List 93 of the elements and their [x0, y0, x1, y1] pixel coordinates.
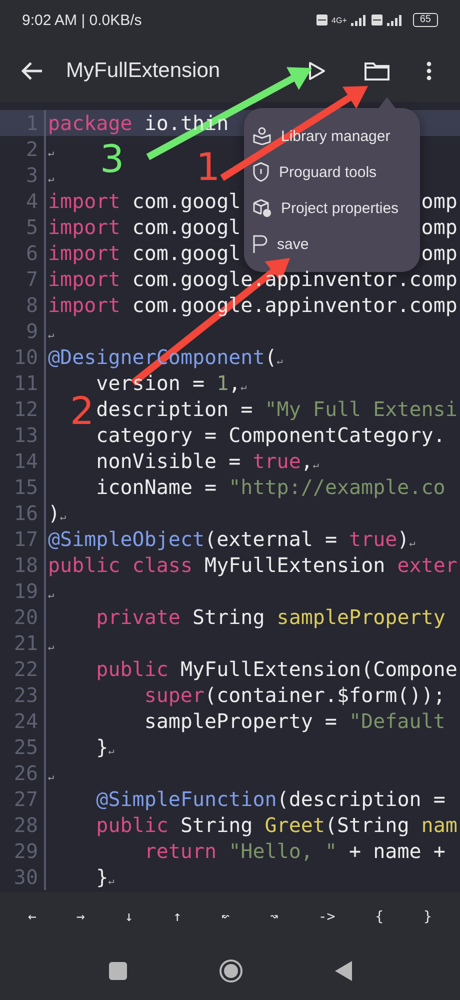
code-line: import com.googl [48, 240, 241, 266]
more-options-icon[interactable] [426, 61, 432, 81]
line-number: 28 [0, 812, 46, 838]
signal-icon [350, 14, 367, 26]
code-line: @SimpleFunction(description = [96, 786, 446, 812]
symbol-key[interactable]: → [70, 905, 91, 929]
code-line: }↵ [96, 734, 114, 760]
annotation-number: 2 [70, 392, 94, 430]
menu-item[interactable]: save [244, 226, 420, 262]
symbol-key[interactable]: -> [312, 905, 342, 929]
symbol-key[interactable]: ↓ [118, 905, 140, 929]
play-icon[interactable] [308, 61, 326, 81]
p-flag-icon [252, 234, 268, 254]
code-line: public String Greet(String nam [96, 812, 458, 838]
code-line: omp [421, 240, 458, 266]
line-number: 2 [0, 136, 46, 162]
symbol-key[interactable]: ↑ [167, 905, 188, 929]
line-number: 23 [0, 682, 46, 708]
code-line: }↵ [96, 864, 114, 890]
code-line: ↵ [48, 173, 54, 187]
code-line: ↵ [48, 329, 54, 343]
symbol-key[interactable]: { [369, 905, 390, 929]
line-number: 18 [0, 552, 46, 578]
line-number: 3 [0, 162, 46, 188]
home-icon[interactable] [218, 959, 242, 983]
code-line: ↵ [48, 641, 54, 655]
line-number: 29 [0, 838, 46, 864]
code-line: iconName = "http://example.co [96, 474, 446, 500]
code-line: nonVisible = true,↵ [96, 448, 319, 474]
line-number: 4 [0, 188, 46, 214]
network-type: 4G+ [332, 16, 347, 24]
line-number: 16 [0, 500, 46, 526]
code-line: ↵ [48, 147, 54, 161]
recents-icon[interactable] [108, 962, 126, 980]
code-line: public MyFullExtension(Compone [96, 656, 458, 682]
code-line: @SimpleObject(external = true)↵ [48, 526, 416, 552]
code-line: return "Hello, " + name + [144, 838, 446, 864]
line-number: 5 [0, 214, 46, 240]
line-number: 15 [0, 474, 46, 500]
annotation-number: 1 [196, 148, 220, 186]
symbol-key[interactable]: } [418, 905, 438, 929]
line-number: 8 [0, 292, 46, 318]
signal-icon [386, 14, 403, 26]
code-line: import com.googl [48, 188, 241, 214]
volte-icon [370, 14, 383, 26]
line-number: 7 [0, 266, 46, 292]
line-number: 24 [0, 708, 46, 734]
line-number: 22 [0, 656, 46, 682]
line-number: 27 [0, 786, 46, 812]
box-clock-icon [252, 198, 272, 218]
line-number: 19 [0, 578, 46, 604]
line-number: 25 [0, 734, 46, 760]
back-icon[interactable] [334, 961, 352, 981]
line-number: 17 [0, 526, 46, 552]
line-number: 13 [0, 422, 46, 448]
annotation-number: 3 [100, 140, 124, 178]
book-icon [252, 127, 272, 145]
line-number: 11 [0, 370, 46, 396]
code-line: ↵ [48, 589, 54, 603]
code-line: )↵ [48, 500, 66, 526]
back-arrow-icon[interactable] [20, 61, 44, 81]
code-line: public class MyFullExtension exter [48, 552, 458, 578]
line-number: 9 [0, 318, 46, 344]
code-line: category = ComponentCategory. [96, 422, 446, 448]
code-line: sampleProperty = "Default [144, 708, 446, 734]
code-line: description = "My Full Extensi [96, 396, 458, 422]
code-line: omp [421, 188, 458, 214]
line-number: 12 [0, 396, 46, 422]
symbol-key[interactable]: ↝ [264, 905, 284, 929]
line-number: 30 [0, 864, 46, 890]
code-line: ↵ [48, 771, 54, 785]
code-line: super(container.$form()); [144, 682, 446, 708]
line-number: 14 [0, 448, 46, 474]
folder-icon[interactable] [364, 61, 390, 81]
code-line: version = 1,↵ [96, 370, 247, 396]
line-number: 10 [0, 344, 46, 370]
line-number: 20 [0, 604, 46, 630]
code-line: import com.googl [48, 214, 241, 240]
line-number: 6 [0, 240, 46, 266]
line-number: 26 [0, 760, 46, 786]
menu-item[interactable]: Project properties [244, 190, 420, 226]
code-editor[interactable] [0, 102, 460, 892]
line-number: 21 [0, 630, 46, 656]
menu-item[interactable]: Proguard tools [244, 154, 420, 190]
status-time: 9:02 AM | 0.0KB/s [22, 12, 142, 28]
volte-icon [316, 14, 328, 26]
shield-icon [252, 162, 270, 182]
symbol-key[interactable]: ↜ [216, 905, 236, 929]
window-title: MyFullExtension [66, 59, 222, 83]
battery-indicator: 65 [412, 13, 438, 27]
code-line: omp [421, 214, 458, 240]
symbol-key[interactable]: ← [22, 905, 42, 929]
code-line: private String sampleProperty [96, 604, 446, 630]
